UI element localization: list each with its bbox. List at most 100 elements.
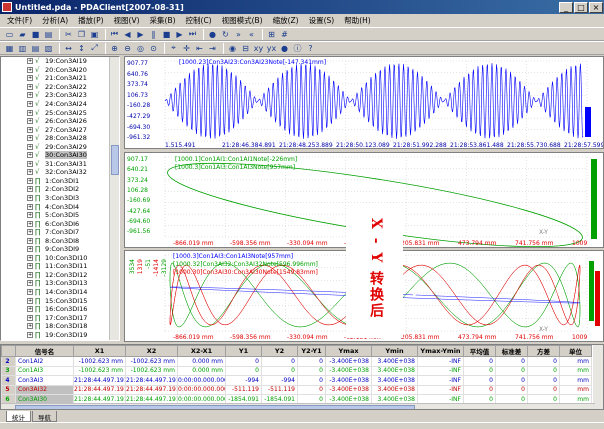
tree-item[interactable]: + ∏ 15:Con3DI15 xyxy=(1,296,119,305)
color-icon[interactable]: ● xyxy=(279,43,290,54)
expand-toggle-icon[interactable]: + xyxy=(27,203,33,210)
grid-icon[interactable]: # xyxy=(279,29,290,40)
menu-zoom[interactable]: 缩放(Z) xyxy=(268,15,304,26)
expand-toggle-icon[interactable]: + xyxy=(27,92,33,99)
expand-toggle-icon[interactable]: + xyxy=(27,169,33,176)
tree-item[interactable]: + ∏ 18:Con3DI18 xyxy=(1,322,119,331)
copy-icon[interactable]: ❐ xyxy=(76,29,87,40)
layout-2-icon[interactable]: ▥ xyxy=(17,43,28,54)
expand-toggle-icon[interactable]: + xyxy=(27,331,33,338)
expand-toggle-icon[interactable]: + xyxy=(27,135,33,142)
tree-item[interactable]: + √ 31:Con3AI31 xyxy=(1,160,119,169)
expand-icon[interactable]: ↔ xyxy=(63,43,74,54)
tree-item[interactable]: + ∏ 11:Con3DI11 xyxy=(1,262,119,271)
zoom-x-icon[interactable]: ◎ xyxy=(135,43,146,54)
tree-item[interactable]: + ∏ 12:Con3DI12 xyxy=(1,271,119,280)
menu-view-mode[interactable]: 视图模式(B) xyxy=(217,15,268,26)
minimize-button[interactable]: _ xyxy=(559,1,573,13)
pause-icon[interactable]: ‖ xyxy=(148,29,159,40)
tree-item[interactable]: + ∏ 9:Con3DI9 xyxy=(1,245,119,254)
expand-toggle-icon[interactable]: + xyxy=(27,246,33,253)
tree-item[interactable]: + ∏ 6:Con3DI6 xyxy=(1,219,119,228)
slow-icon[interactable]: « xyxy=(246,29,257,40)
expand-toggle-icon[interactable]: + xyxy=(27,220,33,227)
expand-toggle-icon[interactable]: + xyxy=(27,101,33,107)
layout-3-icon[interactable]: ▤ xyxy=(30,43,41,54)
save-icon[interactable]: ■ xyxy=(30,29,41,40)
expand-toggle-icon[interactable]: + xyxy=(27,118,33,125)
tree-item[interactable]: + ∏ 7:Con3DI7 xyxy=(1,228,119,237)
column-header[interactable]: X1 xyxy=(73,345,126,357)
column-header[interactable]: 标准差 xyxy=(495,345,528,357)
tree-item[interactable]: + ∏ 13:Con3DI13 xyxy=(1,279,119,288)
marker-icon[interactable]: ◉ xyxy=(227,43,238,54)
table-row[interactable]: 4 Con3AI3 21:28:44.497.191 21:28:44.497.191… xyxy=(1,375,592,386)
stats-hscrollbar[interactable] xyxy=(1,403,595,409)
xy-icon[interactable]: xy xyxy=(253,43,264,54)
new-file-icon[interactable]: ▭ xyxy=(4,29,15,40)
tree-item[interactable]: + √ 25:Con3AI25 xyxy=(1,108,119,117)
column-header[interactable]: X2-X1 xyxy=(177,345,226,357)
tree-item[interactable]: + ∏ 5:Con3DI5 xyxy=(1,211,119,220)
tab-statistics[interactable]: 统计 xyxy=(6,411,31,422)
maximize-button[interactable]: □ xyxy=(574,1,588,13)
menu-view[interactable]: 视图(V) xyxy=(109,15,145,26)
zoom-y-icon[interactable]: ⊙ xyxy=(148,43,159,54)
expand-toggle-icon[interactable]: + xyxy=(27,237,33,244)
column-header[interactable]: Ymax xyxy=(325,345,372,357)
stats-vscrollbar[interactable] xyxy=(593,345,603,409)
tree-item[interactable]: + ∏ 14:Con3DI14 xyxy=(1,288,119,297)
stop-icon[interactable]: ■ xyxy=(161,29,172,40)
close-button[interactable]: × xyxy=(589,1,603,13)
prev-icon[interactable]: ◀ xyxy=(122,29,133,40)
expand-toggle-icon[interactable]: + xyxy=(27,66,33,73)
tree-item[interactable]: + ∏ 16:Con3DI16 xyxy=(1,305,119,314)
expand-toggle-icon[interactable]: + xyxy=(27,254,33,261)
tree-item[interactable]: + ∏ 4:Con3DI4 xyxy=(1,202,119,211)
move-right-icon[interactable]: ⇥ xyxy=(207,43,218,54)
table-row[interactable]: 5 Con3AI32 21:28:44.497.191 21:28:44.497.19… xyxy=(1,384,592,395)
tree-item[interactable]: + √ 20:Con3AI20 xyxy=(1,66,119,75)
tree-item[interactable]: + ∏ 19:Con3DI19 xyxy=(1,331,119,340)
loop-icon[interactable]: ↻ xyxy=(220,29,231,40)
tree-item[interactable]: + √ 23:Con3AI23 xyxy=(1,91,119,100)
expand-toggle-icon[interactable]: + xyxy=(27,263,33,270)
column-header[interactable]: X2 xyxy=(125,345,178,357)
tree-item[interactable]: + √ 19:Con3AI19 xyxy=(1,57,119,66)
menu-analysis[interactable]: 分析(A) xyxy=(37,15,73,26)
last-icon[interactable]: ⏭ xyxy=(187,29,198,40)
info-icon[interactable]: ⓘ xyxy=(292,43,303,54)
expand-toggle-icon[interactable]: + xyxy=(27,229,33,236)
next-icon[interactable]: ▶ xyxy=(174,29,185,40)
help-icon[interactable]: ? xyxy=(305,43,316,54)
record-icon[interactable]: ● xyxy=(207,29,218,40)
menu-play[interactable]: 播放(P) xyxy=(73,15,108,26)
tree-item[interactable]: + ∏ 1:Con3DI1 xyxy=(1,177,119,186)
tree-item[interactable]: + √ 30:Con3AI30 xyxy=(1,151,119,160)
expand-toggle-icon[interactable]: + xyxy=(27,297,33,304)
move-left-icon[interactable]: ⇤ xyxy=(194,43,205,54)
tree-item[interactable]: + ∏ 3:Con3DI3 xyxy=(1,194,119,203)
tree-item[interactable]: + √ 29:Con3AI29 xyxy=(1,142,119,151)
expand-toggle-icon[interactable]: + xyxy=(27,160,33,167)
expand-toggle-icon[interactable]: + xyxy=(27,314,33,321)
tree-item[interactable]: + √ 26:Con3AI26 xyxy=(1,117,119,126)
tree-item[interactable]: + √ 32:Con3AI32 xyxy=(1,168,119,177)
column-header[interactable]: Y2-Y1 xyxy=(297,345,326,357)
column-header[interactable] xyxy=(1,345,16,357)
zoom-out-icon[interactable]: ⊖ xyxy=(122,43,133,54)
tree-scrollbar[interactable] xyxy=(109,57,119,340)
play-icon[interactable]: ▶ xyxy=(135,29,146,40)
tree-item[interactable]: + √ 24:Con3AI24 xyxy=(1,100,119,109)
column-header[interactable]: Ymin xyxy=(371,345,418,357)
expand-toggle-icon[interactable]: + xyxy=(27,152,33,159)
shrink-icon[interactable]: ↕ xyxy=(76,43,87,54)
expand-toggle-icon[interactable]: + xyxy=(27,143,33,150)
column-header[interactable]: 信号名 xyxy=(15,345,74,357)
speed-icon[interactable]: » xyxy=(233,29,244,40)
expand-toggle-icon[interactable]: + xyxy=(27,289,33,296)
tree-item[interactable]: + ∏ 8:Con3DI8 xyxy=(1,236,119,245)
expand-toggle-icon[interactable]: + xyxy=(27,83,33,90)
expand-toggle-icon[interactable]: + xyxy=(27,177,33,184)
tree-item[interactable]: + ∏ 10:Con3DI10 xyxy=(1,254,119,263)
